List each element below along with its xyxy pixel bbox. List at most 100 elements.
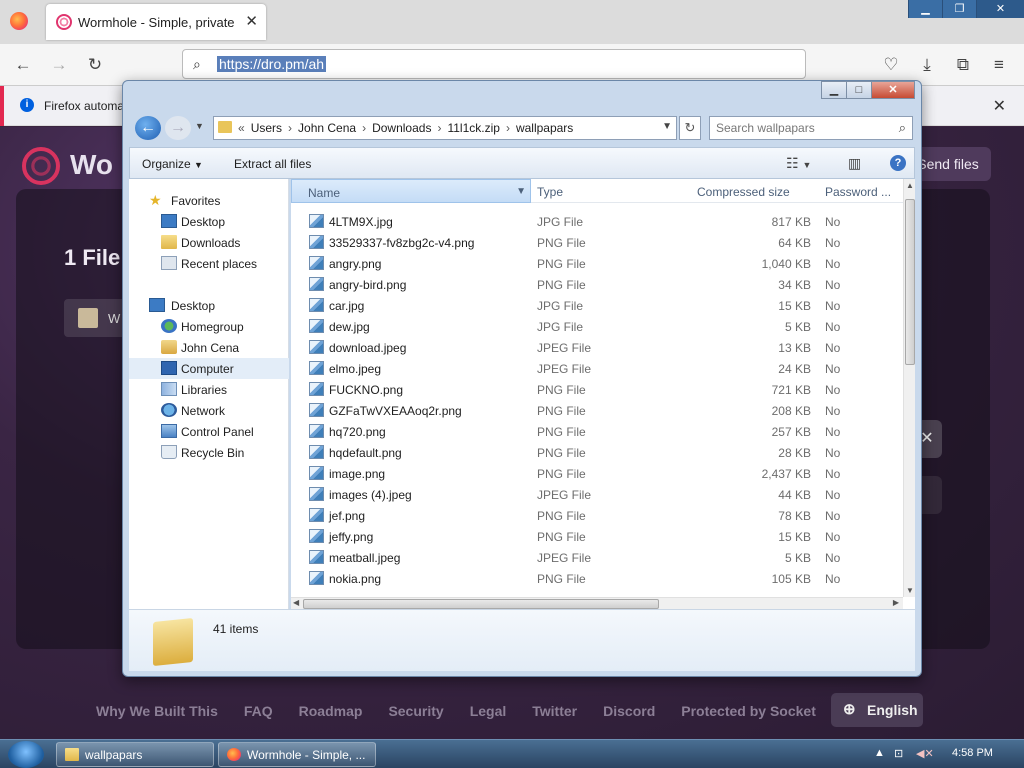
footer-link-legal[interactable]: Legal — [470, 703, 507, 719]
file-row[interactable]: images (4).jpeg JPEG File 44 KB No — [307, 484, 897, 505]
vertical-scrollbar[interactable]: ▲ ▼ — [903, 179, 915, 597]
dialog-minimize-icon[interactable]: ▁ — [821, 81, 847, 99]
dialog-maximize-icon[interactable]: □ — [846, 81, 872, 99]
file-row[interactable]: dew.jpg JPG File 5 KB No — [307, 316, 897, 337]
footer-link-roadmap[interactable]: Roadmap — [299, 703, 363, 719]
url-bar[interactable]: ⌕ https://dro.pm/ah — [182, 49, 806, 79]
desktop-icon — [149, 298, 165, 312]
organize-button[interactable]: Organize ▼ — [142, 157, 203, 171]
breadcrumb-overflow-icon[interactable]: « — [238, 121, 245, 135]
file-row[interactable]: jeffy.png PNG File 15 KB No — [307, 526, 897, 547]
file-row[interactable]: image.png PNG File 2,437 KB No — [307, 463, 897, 484]
nav-recycle-bin[interactable]: Recycle Bin — [129, 442, 289, 463]
notice-close-icon[interactable]: ✕ — [993, 96, 1006, 116]
tab-close-icon[interactable]: ✕ — [245, 12, 258, 30]
footer-link-socket[interactable]: Protected by Socket — [681, 703, 816, 719]
footer-link-security[interactable]: Security — [388, 703, 443, 719]
file-row[interactable]: 33529337-fv8zbg2c-v4.png PNG File 64 KB No — [307, 232, 897, 253]
tray-expand-icon[interactable]: ▲ — [874, 747, 885, 759]
restore-icon[interactable]: ❐ — [942, 0, 976, 18]
help-icon[interactable]: ? — [890, 155, 906, 171]
nav-libraries[interactable]: Libraries — [129, 379, 289, 400]
breadcrumb-user[interactable]: John Cena — [298, 121, 356, 135]
extensions-icon[interactable]: ⧉ — [952, 54, 974, 76]
view-options-icon[interactable]: ☷ ▼ — [786, 155, 811, 172]
dialog-back-icon[interactable]: ← — [135, 116, 161, 140]
nav-user[interactable]: John Cena — [129, 337, 289, 358]
forward-arrow-icon[interactable]: → — [48, 54, 70, 76]
footer-link-why[interactable]: Why We Built This — [96, 703, 218, 719]
search-input[interactable]: Search wallpapars ⌕ — [709, 116, 913, 140]
scroll-right-icon[interactable]: ▶ — [893, 598, 899, 607]
file-row[interactable]: GZFaTwVXEAAoq2r.png PNG File 208 KB No — [307, 400, 897, 421]
horizontal-scrollbar[interactable]: ◀ ▶ — [291, 597, 903, 609]
nav-computer[interactable]: Computer — [129, 358, 289, 379]
footer-link-twitter[interactable]: Twitter — [532, 703, 577, 719]
nav-desktop[interactable]: Desktop — [129, 295, 289, 316]
breadcrumb[interactable]: « Users › John Cena › Downloads › 11l1ck… — [213, 116, 677, 140]
file-row[interactable]: angry-bird.png PNG File 34 KB No — [307, 274, 897, 295]
file-row[interactable]: meatball.jpeg JPEG File 5 KB No — [307, 547, 897, 568]
firefox-logo-icon — [10, 12, 28, 30]
breadcrumb-wallpapars[interactable]: wallpapars — [516, 121, 573, 135]
taskbar-explorer-button[interactable]: wallpapars — [56, 742, 214, 767]
breadcrumb-zip[interactable]: 11l1ck.zip — [447, 121, 499, 135]
address-row: ← → ▼ « Users › John Cena › Downloads › … — [131, 115, 915, 141]
nav-desktop-favorite[interactable]: Desktop — [129, 211, 289, 232]
nav-control-panel[interactable]: Control Panel — [129, 421, 289, 442]
minimize-icon[interactable]: ▁ — [908, 0, 942, 18]
scroll-left-icon[interactable]: ◀ — [293, 598, 299, 607]
dialog-forward-icon[interactable]: → — [165, 116, 191, 140]
nav-recent-places[interactable]: Recent places — [129, 253, 289, 274]
file-row[interactable]: car.jpg JPG File 15 KB No — [307, 295, 897, 316]
browser-tab[interactable]: Wormhole - Simple, private file sharing … — [46, 4, 266, 40]
nav-downloads[interactable]: Downloads — [129, 232, 289, 253]
column-header-size[interactable]: Compressed size — [697, 185, 790, 199]
close-icon[interactable]: ✕ — [976, 0, 1024, 18]
volume-muted-icon[interactable]: ◀✕ — [916, 747, 934, 760]
breadcrumb-dropdown-icon[interactable]: ▼ — [662, 121, 672, 132]
back-arrow-icon[interactable]: ← — [12, 54, 34, 76]
dialog-close-icon[interactable]: ✕ — [871, 81, 915, 99]
history-dropdown-icon[interactable]: ▼ — [195, 121, 204, 131]
url-text[interactable]: https://dro.pm/ah — [217, 56, 327, 72]
column-header-name[interactable]: Name ▼ — [291, 179, 531, 203]
taskbar-firefox-button[interactable]: Wormhole - Simple, ... — [218, 742, 376, 767]
footer-link-faq[interactable]: FAQ — [244, 703, 273, 719]
refresh-icon[interactable]: ↻ — [679, 116, 701, 140]
extract-all-button[interactable]: Extract all files — [234, 157, 311, 171]
vertical-scroll-thumb[interactable] — [905, 199, 915, 365]
file-row[interactable]: hqdefault.png PNG File 28 KB No — [307, 442, 897, 463]
file-row[interactable]: elmo.jpeg JPEG File 24 KB No — [307, 358, 897, 379]
nav-network[interactable]: Network — [129, 400, 289, 421]
breadcrumb-downloads[interactable]: Downloads — [372, 121, 431, 135]
pocket-icon[interactable]: ♡ — [880, 54, 902, 76]
file-row[interactable]: jef.png PNG File 78 KB No — [307, 505, 897, 526]
file-row[interactable]: angry.png PNG File 1,040 KB No — [307, 253, 897, 274]
scroll-up-icon[interactable]: ▲ — [906, 181, 914, 190]
horizontal-scroll-thumb[interactable] — [303, 599, 659, 609]
column-header-password[interactable]: Password ... — [825, 185, 891, 199]
download-icon[interactable]: ⤓ — [916, 54, 938, 76]
file-row[interactable]: nokia.png PNG File 105 KB No — [307, 568, 897, 589]
chevron-down-icon[interactable]: ▼ — [516, 186, 526, 197]
preview-pane-icon[interactable]: ▥ — [848, 155, 861, 172]
menu-icon[interactable]: ≡ — [988, 54, 1010, 76]
file-row[interactable]: FUCKNO.png PNG File 721 KB No — [307, 379, 897, 400]
star-icon: ★ — [149, 192, 162, 208]
reload-icon[interactable]: ↻ — [84, 54, 106, 76]
file-row[interactable]: 4LTM9X.jpg JPG File 817 KB No — [307, 211, 897, 232]
column-header-type[interactable]: Type — [537, 185, 563, 199]
footer-link-discord[interactable]: Discord — [603, 703, 655, 719]
breadcrumb-users[interactable]: Users — [251, 121, 282, 135]
nav-homegroup[interactable]: Homegroup — [129, 316, 289, 337]
scroll-down-icon[interactable]: ▼ — [906, 586, 914, 595]
start-button-icon[interactable] — [8, 741, 44, 768]
file-row[interactable]: hq720.png PNG File 257 KB No — [307, 421, 897, 442]
dialog-titlebar[interactable]: ▁ □ ✕ — [123, 81, 921, 109]
language-button[interactable]: ⊕ English — [831, 693, 923, 727]
network-tray-icon[interactable]: ⊡ — [894, 747, 903, 760]
file-row[interactable]: download.jpeg JPEG File 13 KB No — [307, 337, 897, 358]
nav-favorites[interactable]: ★ Favorites — [129, 190, 289, 211]
clock[interactable]: 4:58 PM — [952, 747, 993, 759]
